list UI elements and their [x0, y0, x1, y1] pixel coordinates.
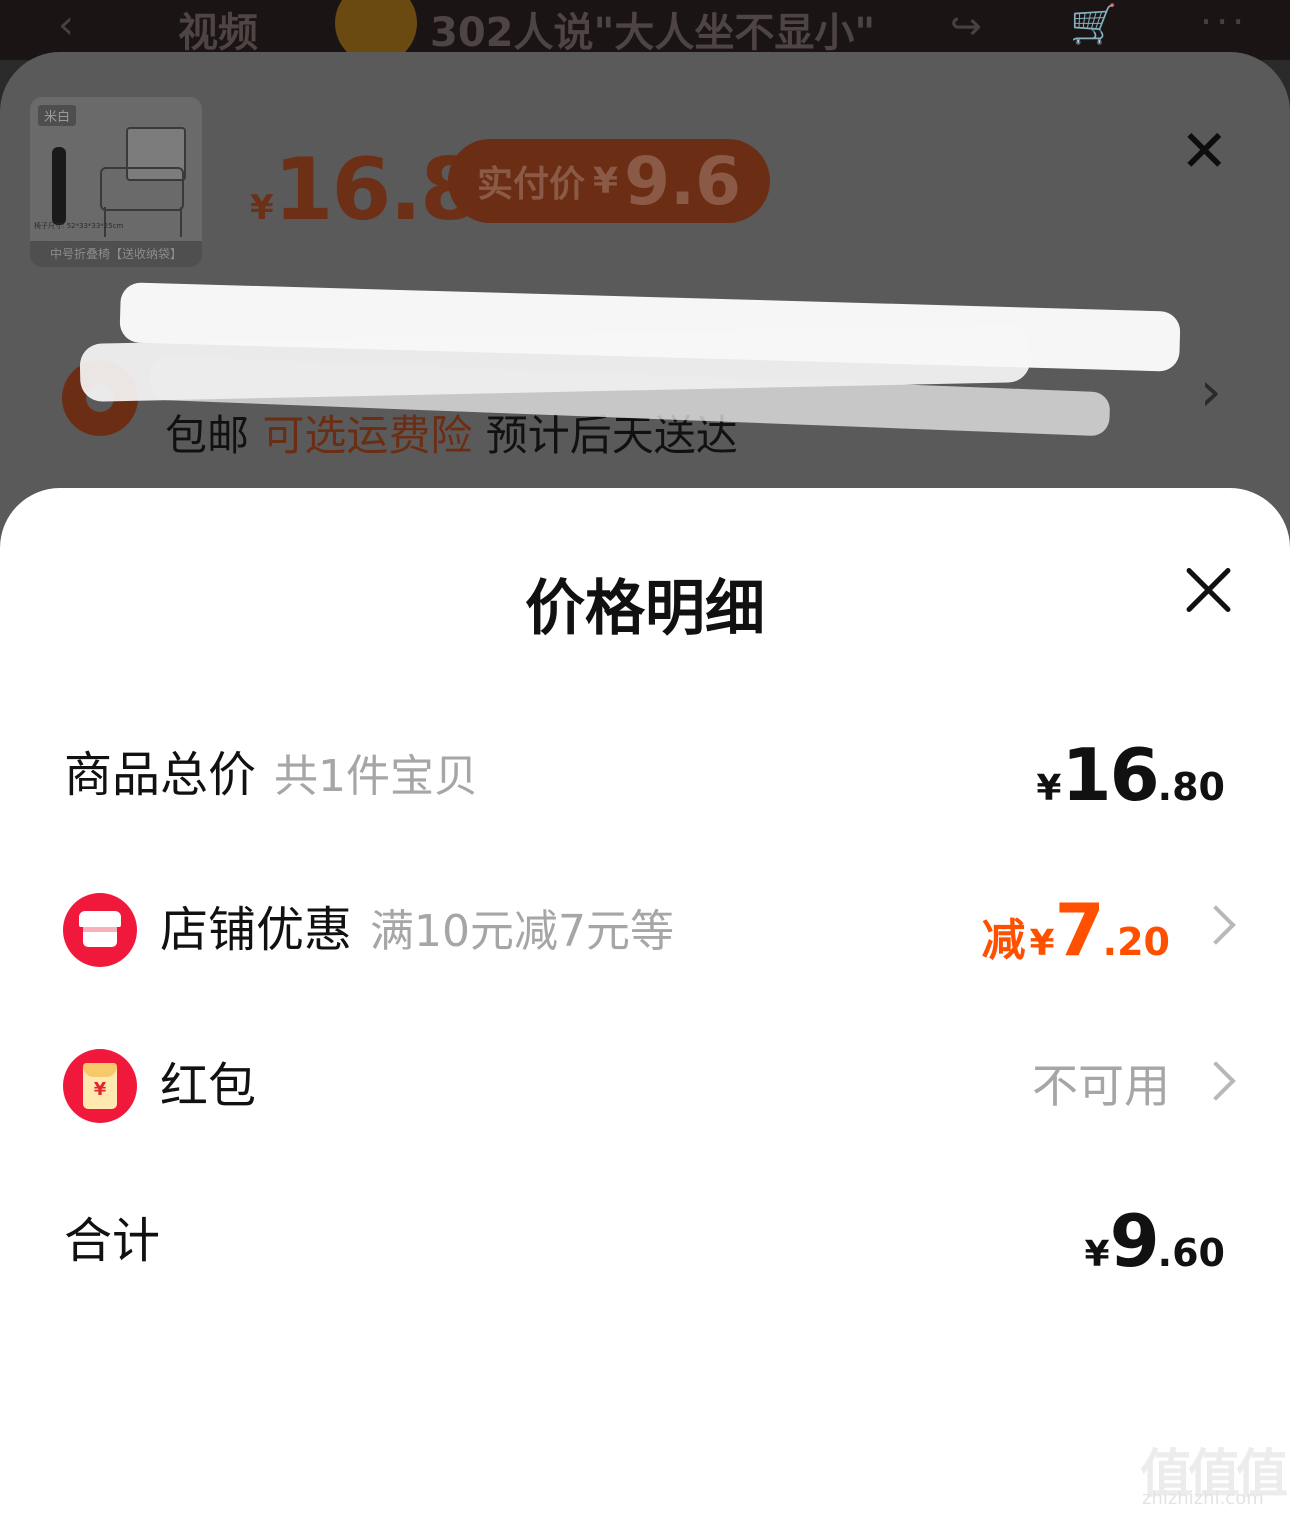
shipping-chevron-icon[interactable]: › [1200, 360, 1222, 423]
currency-symbol: ¥ [1084, 1234, 1110, 1275]
color-tag: 米白 [38, 105, 77, 126]
product-thumbnail[interactable]: 米白 椅子尺寸: 52*33*33*25cm 中号折叠椅【送收纳袋】 [30, 97, 202, 267]
video-tab[interactable]: 视频 [178, 0, 258, 58]
share-icon[interactable]: ↪ [950, 4, 982, 48]
price-integer: 9 [1109, 1199, 1160, 1283]
watermark-url: zhizhizhi.com [1142, 1488, 1264, 1509]
red-packet-status: 不可用 [1032, 1059, 1170, 1113]
price-decimal: .60 [1157, 1231, 1225, 1275]
chevron-right-icon[interactable] [1196, 905, 1236, 945]
red-packet-row[interactable]: ¥ 红包 不可用 [0, 1031, 1290, 1141]
price-decimal: .80 [1157, 765, 1225, 809]
shop-discount-label: 店铺优惠 满10元减7元等 [160, 875, 674, 987]
shop-discount-label-text: 店铺优惠 [160, 902, 353, 958]
back-arrow-icon[interactable]: ‹ [58, 2, 74, 48]
shop-discount-amount: 减 ¥7.20 [982, 875, 1171, 1005]
reduce-prefix: 减 [981, 915, 1026, 966]
close-icon[interactable] [1178, 560, 1238, 620]
goods-total-price: ¥16.80 [1036, 720, 1225, 850]
price-integer: 16 [1061, 733, 1159, 817]
shop-icon [63, 893, 137, 967]
red-packet-yen-symbol: ¥ [93, 1079, 107, 1100]
price-decimal: .20 [1102, 920, 1170, 964]
price-detail-sheet: 价格明细 商品总价 共1件宝贝 ¥16.80 店铺优惠 满10元减7元等 减 ¥7.2… [0, 488, 1290, 1515]
storage-bag-image [52, 147, 66, 225]
grand-total-label: 合计 [64, 1213, 161, 1269]
shop-discount-row[interactable]: 店铺优惠 满10元减7元等 减 ¥7.20 [0, 875, 1290, 985]
currency-symbol: ¥ [1036, 768, 1062, 809]
shipping-insurance-link[interactable]: 可选运费险 [262, 411, 472, 460]
goods-total-row: 商品总价 共1件宝贝 ¥16.80 [0, 720, 1290, 830]
goods-total-label: 商品总价 共1件宝贝 [64, 720, 478, 832]
top-app-bar: ‹ 视频 302人说"大人坐不显小" ↪ 🛒 ··· [0, 0, 1290, 60]
sku-price: ¥16.8 [250, 140, 480, 240]
sku-price-currency: ¥ [250, 188, 274, 228]
discount-rule: 满10元减7元等 [370, 906, 674, 957]
thumbnail-caption: 中号折叠椅【送收纳袋】 [30, 241, 202, 267]
size-note: 椅子尺寸: 52*33*33*25cm [34, 222, 124, 230]
chair-image-seat [100, 167, 184, 211]
red-packet-label: 红包 [160, 1058, 257, 1114]
sku-close-icon[interactable]: ✕ [1180, 122, 1229, 180]
chevron-right-icon[interactable] [1196, 1061, 1236, 1101]
free-shipping-text: 包邮 [165, 411, 250, 460]
sheet-title: 价格明细 [525, 574, 765, 644]
cart-icon[interactable]: 🛒 [1070, 2, 1117, 47]
red-packet-glyph: ¥ [83, 1063, 117, 1109]
paid-price-currency: ¥ [593, 160, 619, 202]
paid-price-label: 实付价 [477, 164, 586, 205]
ticker-avatar-icon [335, 0, 417, 60]
item-count: 共1件宝贝 [274, 751, 479, 802]
shop-glyph [79, 911, 121, 949]
sku-price-value: 16.8 [273, 140, 480, 240]
grand-total-row: 合计 ¥9.60 [0, 1186, 1290, 1296]
grand-total-price: ¥9.60 [1085, 1186, 1226, 1316]
red-packet-icon: ¥ [63, 1049, 137, 1123]
paid-price-value: 9.6 [624, 142, 741, 220]
paid-price-badge[interactable]: 实付价 ¥ 9.6 [448, 139, 770, 223]
currency-symbol: ¥ [1029, 923, 1055, 964]
more-icon[interactable]: ··· [1200, 0, 1248, 44]
review-ticker: 302人说"大人坐不显小" [430, 10, 876, 56]
goods-total-label-text: 商品总价 [64, 747, 257, 803]
price-integer: 7 [1054, 888, 1105, 972]
